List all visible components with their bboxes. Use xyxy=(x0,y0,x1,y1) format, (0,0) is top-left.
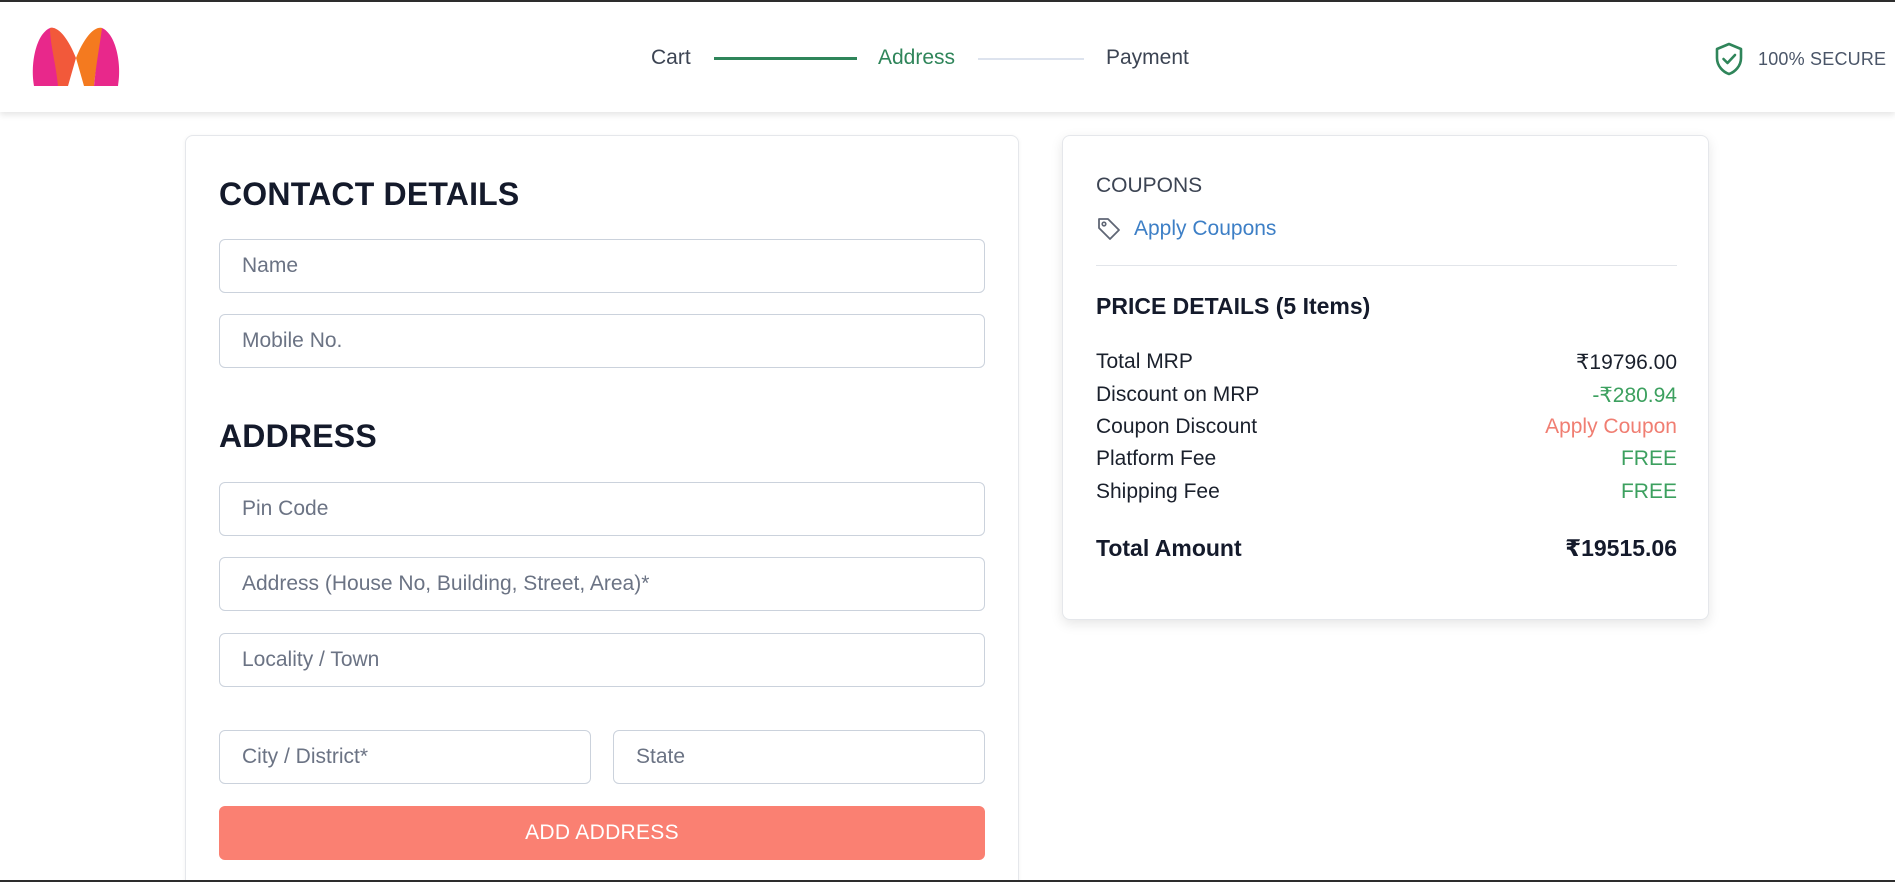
secure-badge: 100% SECURE xyxy=(1714,42,1886,76)
locality-input[interactable] xyxy=(219,633,985,687)
coupons-title: COUPONS xyxy=(1096,174,1203,197)
price-row-value: FREE xyxy=(1620,480,1677,503)
total-amount-value: ₹19515.06 xyxy=(1565,535,1677,561)
step-address[interactable]: Address xyxy=(878,46,955,70)
price-row-value: FREE xyxy=(1620,447,1677,470)
checkout-page: Cart Address Payment 100% SECURE CONTACT… xyxy=(0,0,1895,882)
checkout-header: Cart Address Payment 100% SECURE xyxy=(0,2,1895,112)
price-details-title: PRICE DETAILS (5 Items) xyxy=(1096,293,1371,319)
state-input[interactable] xyxy=(613,730,985,784)
contact-details-title: CONTACT DETAILS xyxy=(219,176,520,212)
price-row-value: -₹280.94 xyxy=(1592,384,1677,407)
price-row-discount: Discount on MRP -₹280.94 xyxy=(1096,383,1677,409)
price-row-coupon-discount: Coupon Discount Apply Coupon xyxy=(1096,415,1677,441)
apply-coupons-label[interactable]: Apply Coupons xyxy=(1134,217,1276,241)
checkout-steps: Cart Address Payment xyxy=(0,2,1895,112)
address-title: ADDRESS xyxy=(219,418,377,454)
total-amount-row: Total Amount ₹19515.06 xyxy=(1096,535,1677,565)
price-row-total-mrp: Total MRP ₹19796.00 xyxy=(1096,350,1677,376)
apply-coupon-link[interactable]: Apply Coupon xyxy=(1545,415,1677,439)
price-row-label: Coupon Discount xyxy=(1096,415,1258,438)
add-address-button[interactable]: ADD ADDRESS xyxy=(219,806,985,860)
price-row-label: Shipping Fee xyxy=(1096,480,1220,503)
name-input[interactable] xyxy=(219,239,985,293)
address-form-card: CONTACT DETAILS ADDRESS ADD ADDRESS xyxy=(185,135,1019,880)
price-row-shipping-fee: Shipping Fee FREE xyxy=(1096,480,1677,506)
step-connector-complete xyxy=(714,57,857,60)
divider xyxy=(1096,265,1677,266)
price-row-label: Total MRP xyxy=(1096,350,1193,373)
city-input[interactable] xyxy=(219,730,591,784)
price-row-value: ₹19796.00 xyxy=(1576,351,1677,374)
price-row-label: Platform Fee xyxy=(1096,447,1217,470)
total-amount-label: Total Amount xyxy=(1096,535,1242,561)
step-connector-pending xyxy=(978,58,1084,60)
shield-check-icon xyxy=(1715,42,1743,76)
apply-coupons-link[interactable]: Apply Coupons xyxy=(1096,214,1276,244)
price-row-platform-fee: Platform Fee FREE xyxy=(1096,447,1677,473)
pin-code-input[interactable] xyxy=(219,482,985,536)
step-cart[interactable]: Cart xyxy=(651,46,691,70)
order-summary-card: COUPONS Apply Coupons PRICE DETAILS (5 I… xyxy=(1062,135,1709,620)
step-payment[interactable]: Payment xyxy=(1106,46,1189,70)
street-address-input[interactable] xyxy=(219,557,985,611)
tag-icon xyxy=(1098,218,1120,240)
price-row-label: Discount on MRP xyxy=(1096,383,1260,406)
mobile-input[interactable] xyxy=(219,314,985,368)
secure-label: 100% SECURE xyxy=(1758,48,1887,69)
